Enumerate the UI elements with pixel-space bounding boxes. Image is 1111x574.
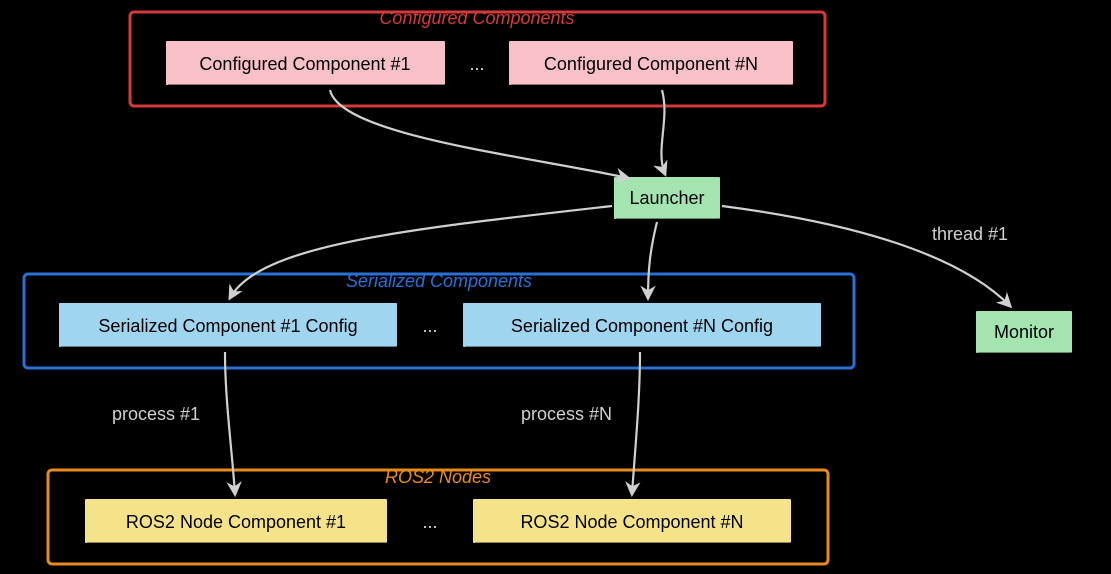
node-configured-component-1-label: Configured Component #1 bbox=[199, 54, 410, 74]
node-serialized-component-1: Serialized Component #1 Config bbox=[58, 302, 401, 350]
node-configured-component-n: Configured Component #N bbox=[508, 40, 797, 88]
group-ros2-title: ROS2 Nodes bbox=[385, 467, 491, 487]
node-ros2-component-n-label: ROS2 Node Component #N bbox=[520, 512, 743, 532]
edge-thread1-label: thread #1 bbox=[932, 224, 1008, 244]
ellipsis-configured: ... bbox=[469, 54, 484, 74]
node-configured-component-1: Configured Component #1 bbox=[165, 40, 449, 88]
ellipsis-serialized: ... bbox=[422, 316, 437, 336]
node-monitor-label: Monitor bbox=[994, 322, 1054, 342]
node-ros2-component-1-label: ROS2 Node Component #1 bbox=[126, 512, 346, 532]
edge-processn-label: process #N bbox=[521, 404, 612, 424]
group-serialized-title: Serialized Components bbox=[346, 271, 532, 291]
edge-sern-to-rosn bbox=[632, 352, 640, 494]
edge-confn-to-launcher bbox=[661, 90, 665, 174]
group-ros2: ROS2 Nodes ROS2 Node Component #1 ... RO… bbox=[48, 467, 828, 564]
node-configured-component-n-label: Configured Component #N bbox=[544, 54, 758, 74]
node-ros2-component-1: ROS2 Node Component #1 bbox=[84, 498, 391, 546]
node-monitor: Monitor bbox=[975, 310, 1076, 356]
ellipsis-ros2: ... bbox=[422, 512, 437, 532]
node-launcher-label: Launcher bbox=[629, 188, 704, 208]
node-ros2-component-n: ROS2 Node Component #N bbox=[472, 498, 795, 546]
edge-conf1-to-launcher bbox=[330, 90, 628, 178]
node-serialized-component-n: Serialized Component #N Config bbox=[462, 302, 825, 350]
group-configured: Configured Components Configured Compone… bbox=[130, 8, 825, 106]
edge-launcher-to-sern bbox=[648, 222, 657, 298]
edge-process1-label: process #1 bbox=[112, 404, 200, 424]
group-configured-title: Configured Components bbox=[379, 8, 574, 28]
edge-ser1-to-ros1 bbox=[225, 352, 235, 494]
edge-launcher-to-monitor bbox=[722, 206, 1010, 306]
node-serialized-component-n-label: Serialized Component #N Config bbox=[511, 316, 773, 336]
diagram-canvas: Configured Components Configured Compone… bbox=[0, 0, 1111, 574]
node-launcher: Launcher bbox=[613, 176, 724, 222]
group-serialized: Serialized Components Serialized Compone… bbox=[24, 271, 854, 368]
node-serialized-component-1-label: Serialized Component #1 Config bbox=[98, 316, 357, 336]
